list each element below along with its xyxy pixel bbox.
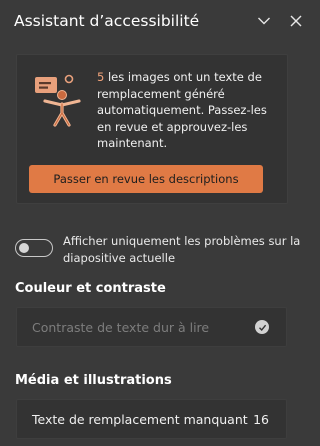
card-message-text: les images ont un texte de remplacement … [97,70,267,150]
section-title-media: Média et illustrations [15,373,172,388]
review-descriptions-button[interactable]: Passer en revue les descriptions [29,165,263,193]
section-title-color-contrast: Couleur et contraste [15,281,166,296]
toggle-knob [19,243,29,253]
missing-alt-text-item[interactable]: Texte de remplacement manquant 16 [16,399,287,439]
card-message: 5 les images ont un texte de remplacemen… [97,69,277,152]
current-slide-toggle[interactable] [15,239,53,257]
hard-to-read-contrast-label: Contraste de texte dur à lire [32,319,210,335]
collapse-button[interactable] [253,10,275,32]
checkmark-circle-icon [255,320,269,334]
current-slide-toggle-label: Afficher uniquement les problèmes sur la… [63,234,301,265]
missing-alt-text-count: 16 [253,411,269,427]
alt-text-review-card: 5 les images ont un texte de remplacemen… [16,54,288,204]
accessibility-person-icon [35,74,81,127]
hard-to-read-contrast-item[interactable]: Contraste de texte dur à lire [16,307,287,347]
pane-title: Assistant d’accessibilité [14,12,200,30]
missing-alt-text-label: Texte de remplacement manquant [32,411,248,427]
close-button[interactable] [285,10,307,32]
close-icon [290,15,302,27]
chevron-down-icon [258,17,270,25]
accessibility-assistant-pane: Assistant d’accessibilité 5 les images o… [0,0,320,446]
